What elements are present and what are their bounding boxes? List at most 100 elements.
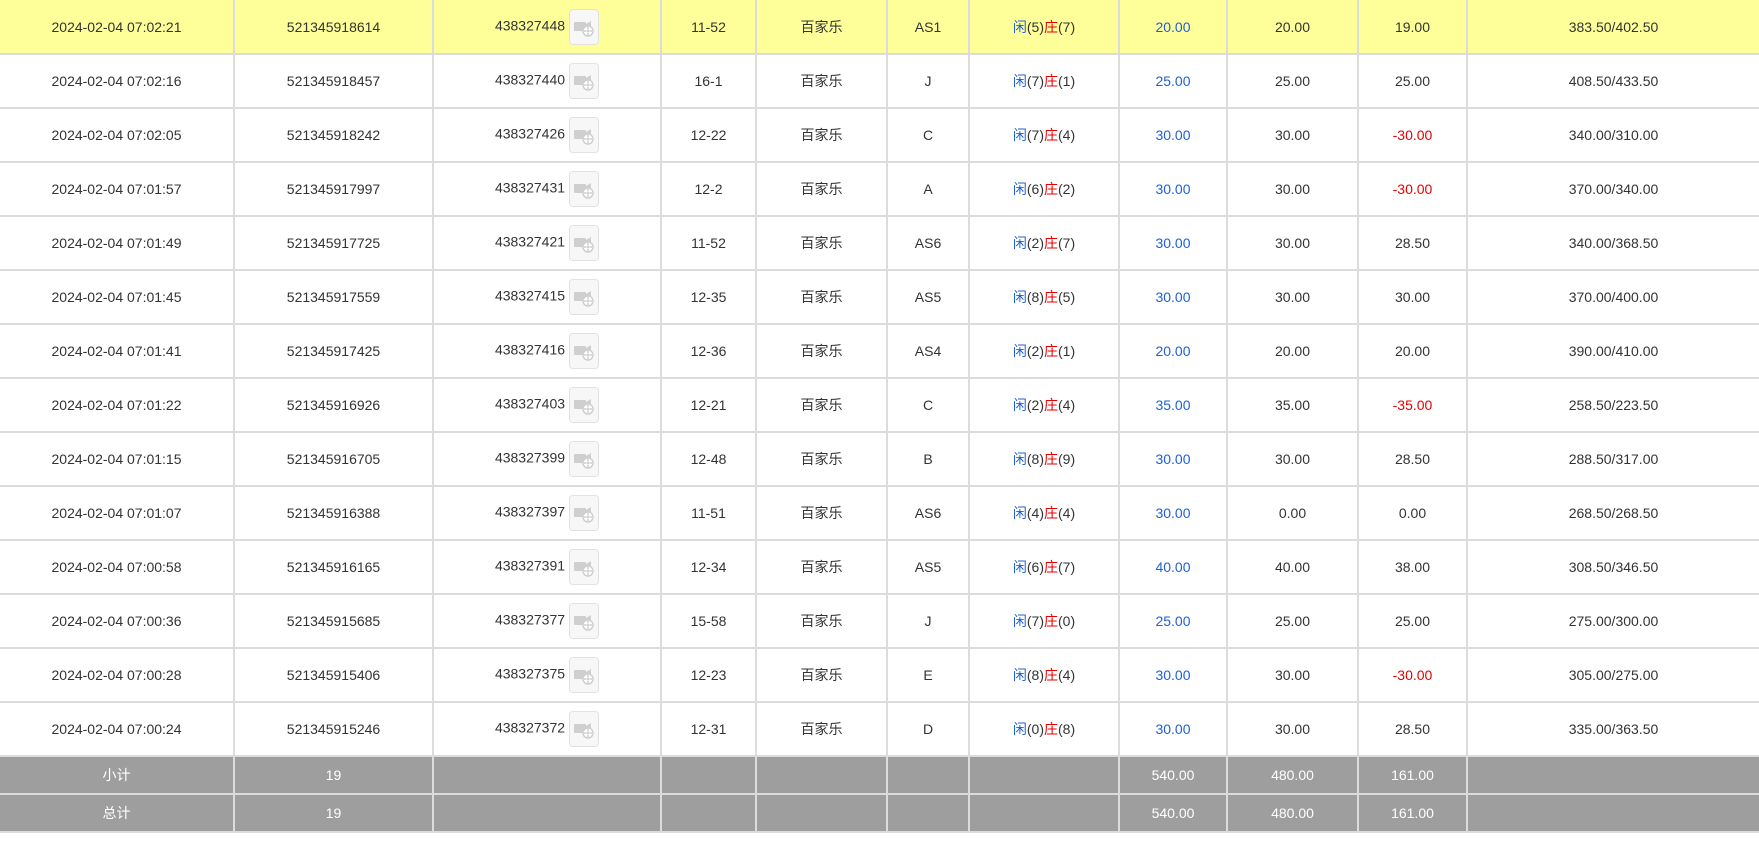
video-replay-icon[interactable] [569,657,600,693]
banker-label: 庄 [1044,73,1058,89]
video-replay-icon[interactable] [569,117,600,153]
player-label: 闲 [1012,559,1027,575]
order-number: 521345917997 [234,162,434,217]
banker-label: 庄 [1044,667,1058,683]
table-code: AS1 [887,0,970,55]
banker-label: 庄 [1044,343,1058,359]
video-replay-icon[interactable] [569,279,600,315]
valid-bet: 35.00 [1227,378,1359,433]
bet-amount: 30.00 [1119,108,1228,163]
video-replay-icon[interactable] [569,441,600,477]
game-type: 百家乐 [756,702,888,757]
summary-empty [887,756,970,795]
player-score: (5) [1026,18,1044,35]
shoe-round: 12-34 [661,540,757,595]
balance-before-after: 268.50/268.50 [1467,486,1759,541]
valid-bet: 0.00 [1227,486,1359,541]
game-type: 百家乐 [756,432,888,487]
banker-score: (5) [1058,289,1076,305]
video-replay-icon[interactable] [569,8,600,45]
banker-score: (4) [1058,667,1076,683]
player-score: (8) [1026,289,1044,305]
player-score: (8) [1026,451,1044,467]
table-code: J [887,594,970,649]
summary-count: 19 [234,756,434,795]
valid-bet: 20.00 [1227,324,1359,379]
game-result: 闲(8)庄(9) [969,432,1120,487]
table-row: 2024-02-04 07:02:21 521345918614 4383274… [0,0,1759,55]
player-score: (7) [1026,73,1044,89]
banker-label: 庄 [1044,18,1058,35]
shoe-round: 12-2 [661,162,757,217]
summary-bet: 540.00 [1119,794,1228,833]
bet-amount: 30.00 [1119,432,1228,487]
table-row: 2024-02-04 07:00:58 521345916165 4383273… [0,540,1759,595]
shoe-round: 12-48 [661,432,757,487]
video-replay-icon[interactable] [569,171,600,207]
bet-time: 2024-02-04 07:01:49 [0,216,235,271]
bet-amount: 30.00 [1119,162,1228,217]
bet-time: 2024-02-04 07:00:28 [0,648,235,703]
table-code: E [887,648,970,703]
shoe-round: 12-22 [661,108,757,163]
win-loss: -35.00 [1358,378,1468,433]
balance-before-after: 335.00/363.50 [1467,702,1759,757]
banker-label: 庄 [1044,235,1058,251]
shoe-round: 12-35 [661,270,757,325]
table-code: AS6 [887,486,970,541]
player-score: (7) [1026,127,1044,143]
balance-before-after: 383.50/402.50 [1467,0,1759,55]
bet-time: 2024-02-04 07:01:15 [0,432,235,487]
bet-amount: 40.00 [1119,540,1228,595]
video-replay-icon[interactable] [569,603,600,639]
order-number: 521345918614 [234,0,434,55]
summary-empty [433,756,662,795]
round-number: 438327416 [433,324,662,379]
balance-before-after: 258.50/223.50 [1467,378,1759,433]
banker-label: 庄 [1044,721,1058,737]
bet-amount: 30.00 [1119,270,1228,325]
valid-bet: 30.00 [1227,162,1359,217]
game-type: 百家乐 [756,648,888,703]
order-number: 521345917425 [234,324,434,379]
summary-bet: 540.00 [1119,756,1228,795]
video-replay-icon[interactable] [569,333,600,369]
win-loss: -30.00 [1358,648,1468,703]
game-type: 百家乐 [756,216,888,271]
video-replay-icon[interactable] [569,387,600,423]
round-number: 438327372 [433,702,662,757]
game-type: 百家乐 [756,378,888,433]
bet-time: 2024-02-04 07:01:45 [0,270,235,325]
game-type: 百家乐 [756,270,888,325]
win-loss: 25.00 [1358,54,1468,109]
player-label: 闲 [1012,397,1027,413]
shoe-round: 11-52 [661,216,757,271]
banker-score: (2) [1058,181,1076,197]
shoe-round: 15-58 [661,594,757,649]
game-result: 闲(5)庄(7) [969,0,1120,55]
video-replay-icon[interactable] [569,549,600,585]
video-replay-icon[interactable] [569,63,600,99]
bet-time: 2024-02-04 07:01:57 [0,162,235,217]
round-number: 438327415 [433,270,662,325]
bet-amount: 35.00 [1119,378,1228,433]
video-replay-icon[interactable] [569,495,600,531]
summary-empty [1467,756,1759,795]
game-result: 闲(2)庄(4) [969,378,1120,433]
shoe-round: 16-1 [661,54,757,109]
win-loss: 28.50 [1358,216,1468,271]
valid-bet: 40.00 [1227,540,1359,595]
game-type: 百家乐 [756,594,888,649]
summary-row: 总计 19 540.00 480.00 161.00 [0,794,1759,833]
video-replay-icon[interactable] [569,711,600,747]
banker-label: 庄 [1044,127,1058,143]
video-replay-icon[interactable] [569,225,600,261]
table-row: 2024-02-04 07:01:07 521345916388 4383273… [0,486,1759,541]
valid-bet: 25.00 [1227,54,1359,109]
player-label: 闲 [1012,505,1027,521]
bet-time: 2024-02-04 07:01:41 [0,324,235,379]
balance-before-after: 275.00/300.00 [1467,594,1759,649]
player-label: 闲 [1012,289,1027,305]
game-result: 闲(8)庄(5) [969,270,1120,325]
order-number: 521345918457 [234,54,434,109]
